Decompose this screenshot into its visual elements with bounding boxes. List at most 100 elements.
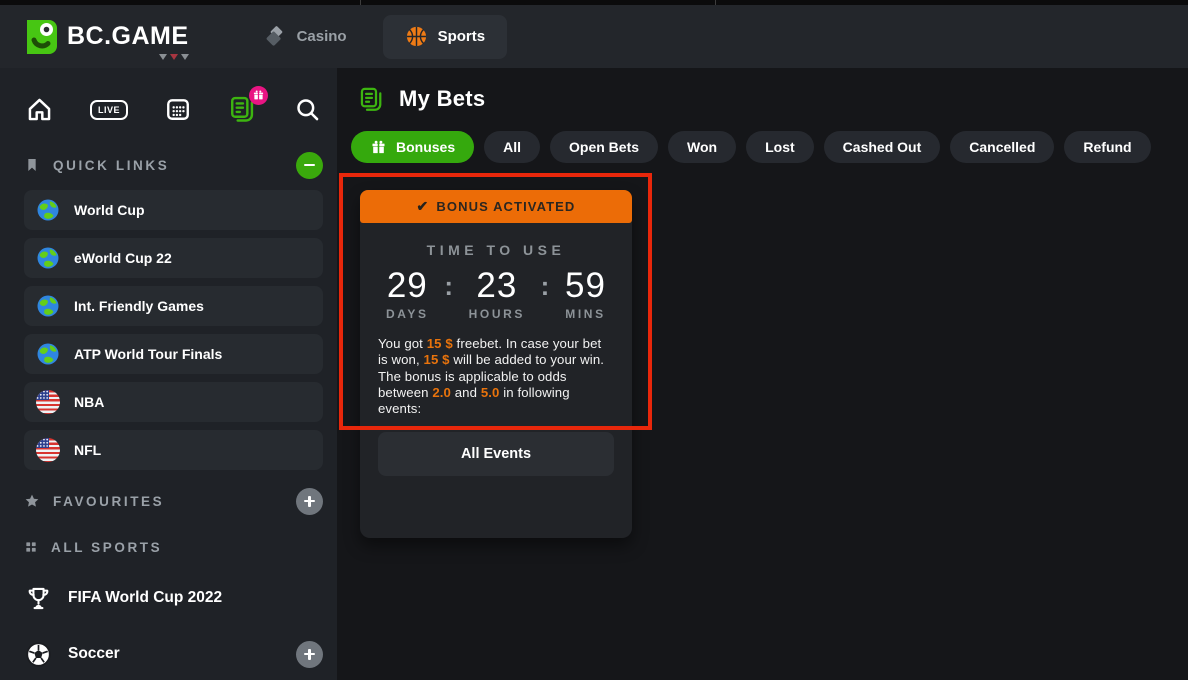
countdown-mins: 59 MINS: [565, 268, 606, 321]
filter-chip-won[interactable]: Won: [668, 131, 736, 163]
us-flag-icon: [36, 438, 60, 462]
plus-icon: [304, 649, 315, 660]
home-icon[interactable]: [26, 96, 53, 123]
countdown-separator: :: [444, 271, 453, 302]
mins-label: MINS: [565, 307, 606, 321]
sport-label: Soccer: [68, 645, 120, 663]
nav-tab-sports[interactable]: Sports: [383, 15, 508, 59]
sport-label: FIFA World Cup 2022: [68, 589, 222, 607]
bcgame-logo[interactable]: BC.GAME: [20, 17, 189, 57]
collapse-quick-links-button[interactable]: [296, 152, 323, 179]
days-value: 29: [386, 268, 429, 303]
countdown-days: 29 DAYS: [386, 268, 429, 321]
filter-chip-all[interactable]: All: [484, 131, 540, 163]
page-title: My Bets: [399, 86, 485, 112]
nav-tab-sports-label: Sports: [438, 28, 486, 45]
bonus-status-label: BONUS ACTIVATED: [436, 199, 575, 214]
filter-label: Refund: [1083, 139, 1131, 155]
quick-link-label: eWorld Cup 22: [74, 250, 172, 266]
all-events-button[interactable]: All Events: [378, 432, 614, 476]
bonus-status-banner: ✔ BONUS ACTIVATED: [360, 190, 632, 223]
minus-icon: [304, 164, 315, 167]
sidebar-item-world-cup[interactable]: World Cup: [24, 190, 323, 230]
app-header: BC.GAME Casino: [0, 5, 1188, 68]
bookmark-icon: [24, 157, 40, 173]
globe-icon: [36, 294, 60, 318]
filter-chip-lost[interactable]: Lost: [746, 131, 814, 163]
live-label: LIVE: [90, 100, 128, 120]
all-events-label: All Events: [461, 446, 531, 462]
sidebar-item-atp-world-tour-finals[interactable]: ATP World Tour Finals: [24, 334, 323, 374]
check-icon: ✔: [417, 198, 430, 215]
browser-edge-strip: [0, 0, 1188, 5]
quick-links-header: QUICK LINKS: [24, 150, 327, 180]
calendar-icon[interactable]: [165, 96, 191, 122]
sidebar-item-soccer[interactable]: Soccer: [24, 634, 327, 674]
my-bets-icon: [358, 86, 385, 113]
sidebar: LIVE: [0, 68, 337, 680]
quick-links-title: QUICK LINKS: [53, 158, 169, 173]
countdown-hours: 23 HOURS: [469, 268, 525, 321]
logo-text: BC.GAME: [67, 22, 189, 51]
filter-label: Open Bets: [569, 139, 639, 155]
quick-link-label: World Cup: [74, 202, 145, 218]
star-icon: [24, 493, 40, 509]
bcgame-logo-icon: [20, 17, 60, 57]
bet-filters: Bonuses All Open Bets Won Lost Cashed Ou…: [351, 131, 1188, 163]
trophy-icon: [24, 585, 52, 612]
countdown-separator: :: [541, 271, 550, 302]
filter-chip-cashed-out[interactable]: Cashed Out: [824, 131, 941, 163]
bonus-card: ✔ BONUS ACTIVATED TIME TO USE 29 DAYS : …: [360, 190, 632, 538]
globe-icon: [36, 198, 60, 222]
nav-tab-casino-label: Casino: [297, 28, 347, 45]
favourites-title: FAVOURITES: [53, 494, 164, 509]
nav-tab-casino[interactable]: Casino: [241, 15, 369, 59]
filter-label: Cashed Out: [843, 139, 922, 155]
expand-soccer-button[interactable]: [296, 641, 323, 668]
filter-chip-bonuses[interactable]: Bonuses: [351, 131, 474, 163]
sidebar-item-nfl[interactable]: NFL: [24, 430, 323, 470]
quick-link-label: NBA: [74, 394, 104, 410]
live-events-icon[interactable]: LIVE: [90, 100, 128, 118]
my-bets-icon[interactable]: [228, 95, 257, 124]
grid-icon: [24, 540, 38, 554]
globe-icon: [36, 246, 60, 270]
page-title-row: My Bets: [358, 84, 1188, 114]
favourites-header: FAVOURITES: [24, 486, 327, 516]
all-sports-title: ALL SPORTS: [51, 540, 162, 555]
basketball-icon: [405, 25, 428, 48]
gift-icon: [370, 139, 387, 156]
all-sports-header: ALL SPORTS: [24, 532, 327, 562]
timer-title: TIME TO USE: [360, 242, 632, 258]
bonus-countdown: 29 DAYS : 23 HOURS : 59 MINS: [360, 268, 632, 321]
plus-icon: [304, 496, 315, 507]
days-label: DAYS: [386, 307, 429, 321]
sidebar-icon-nav: LIVE: [24, 78, 327, 134]
logo-pennants-decoration: [159, 54, 189, 60]
add-favourite-button[interactable]: [296, 488, 323, 515]
hours-label: HOURS: [469, 307, 525, 321]
quick-link-label: ATP World Tour Finals: [74, 346, 222, 362]
soccer-ball-icon: [24, 641, 52, 668]
filter-label: All: [503, 139, 521, 155]
filter-label: Cancelled: [969, 139, 1035, 155]
casino-cards-icon: [263, 25, 287, 49]
filter-chip-open-bets[interactable]: Open Bets: [550, 131, 658, 163]
filter-chip-refund[interactable]: Refund: [1064, 131, 1150, 163]
primary-nav: Casino Sports: [241, 15, 508, 59]
sidebar-item-int-friendly-games[interactable]: Int. Friendly Games: [24, 286, 323, 326]
filter-label: Won: [687, 139, 717, 155]
quick-link-label: Int. Friendly Games: [74, 298, 204, 314]
globe-icon: [36, 342, 60, 366]
bonus-description: You got 15 $ freebet. In case your bet i…: [378, 336, 614, 418]
sidebar-item-nba[interactable]: NBA: [24, 382, 323, 422]
search-icon[interactable]: [294, 96, 321, 123]
main-content: My Bets Bonuses All Open Bets Won Lost C…: [337, 68, 1188, 680]
sidebar-item-fifa-world-cup-2022[interactable]: FIFA World Cup 2022: [24, 578, 327, 618]
gift-badge-icon: [249, 86, 268, 105]
quick-link-label: NFL: [74, 442, 101, 458]
filter-chip-cancelled[interactable]: Cancelled: [950, 131, 1054, 163]
sidebar-item-eworld-cup-22[interactable]: eWorld Cup 22: [24, 238, 323, 278]
mins-value: 59: [565, 268, 606, 303]
us-flag-icon: [36, 390, 60, 414]
